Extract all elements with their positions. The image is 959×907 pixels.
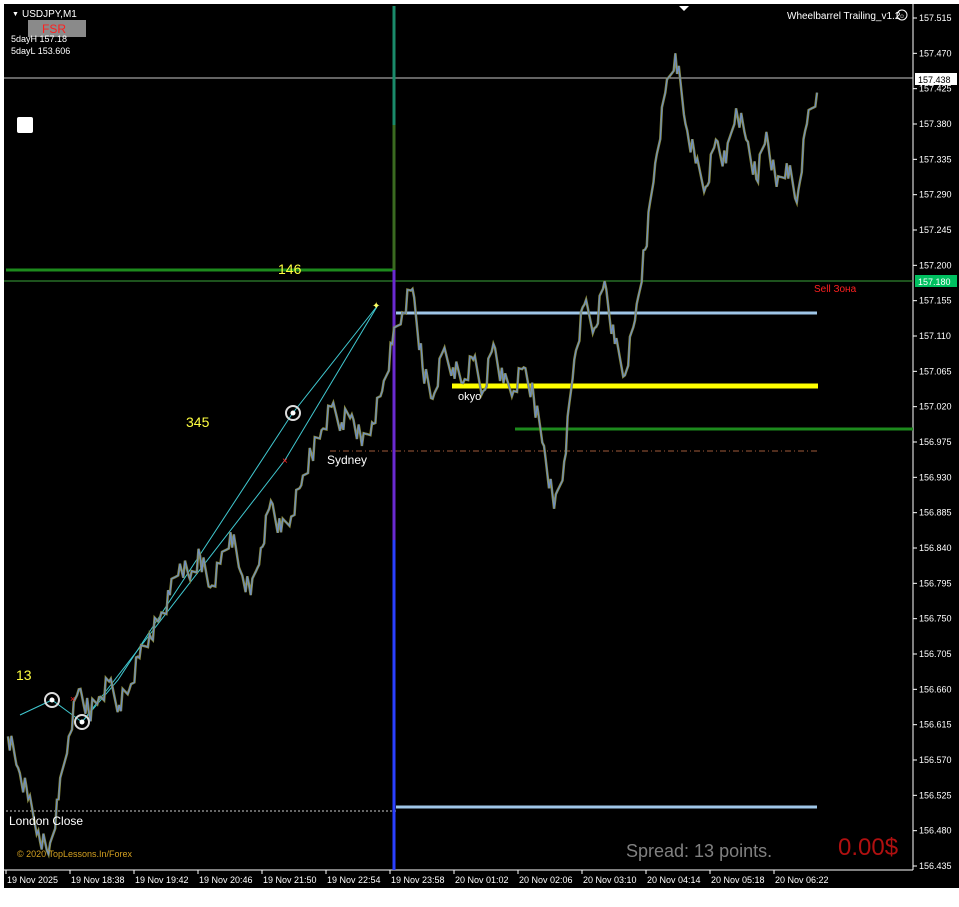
cross-marker: ×: [282, 456, 288, 467]
y-tick-label: 156.480: [919, 826, 952, 836]
x-tick-label: 20 Nov 06:22: [775, 875, 829, 885]
y-tick-label: 156.705: [919, 649, 952, 659]
x-tick-label: 19 Nov 2025: [7, 875, 58, 885]
x-tick-label: 20 Nov 05:18: [711, 875, 765, 885]
sydney-label: Sydney: [327, 453, 367, 467]
y-tick-label: 156.435: [919, 861, 952, 871]
spread-label: Spread: 13 points.: [626, 841, 772, 861]
bid-badge-text: 157.438: [918, 75, 951, 85]
x-tick-label: 19 Nov 20:46: [199, 875, 253, 885]
x-tick-label: 19 Nov 21:50: [263, 875, 317, 885]
y-tick-label: 157.290: [919, 190, 952, 200]
x-tick-label: 20 Nov 02:06: [519, 875, 573, 885]
count-146: 146: [278, 261, 302, 277]
x-tick-label: 19 Nov 23:58: [391, 875, 445, 885]
swing-marker-3-dot: [290, 410, 296, 416]
y-tick-label: 156.525: [919, 790, 952, 800]
y-tick-label: 156.660: [919, 684, 952, 694]
chart: × × ✦ ▼ USDJPY,M1 FSR 5dayH 157.18 5dayL…: [0, 0, 959, 902]
y-tick-label: 157.110: [919, 331, 951, 341]
y-tick-label: 157.020: [919, 402, 952, 412]
x-tick-label: 19 Nov 18:38: [71, 875, 125, 885]
y-tick-label: 156.615: [919, 720, 952, 730]
count-13: 13: [16, 667, 32, 683]
indicator-name: Wheelbarrel Trailing_v1.2: [787, 11, 901, 22]
count-345: 345: [186, 414, 210, 430]
y-tick-label: 157.335: [919, 154, 952, 164]
y-tick-label: 157.200: [919, 260, 952, 270]
y-tick-label: 156.975: [919, 437, 952, 447]
y-tick-label: 156.795: [919, 578, 952, 588]
y-tick-label: 157.515: [919, 13, 952, 23]
collapse-icon: ▼: [12, 11, 19, 18]
y-tick-label: 157.425: [919, 84, 952, 94]
star-marker: ✦: [372, 301, 380, 312]
y-tick-label: 156.750: [919, 614, 952, 624]
x-tick-label: 20 Nov 04:14: [647, 875, 701, 885]
y-tick-label: 156.885: [919, 508, 952, 518]
tokyo-label: okyo: [458, 391, 481, 403]
london-close-label: London Close: [9, 814, 83, 828]
smiley-icon-face: ☺: [899, 14, 905, 20]
y-tick-label: 157.155: [919, 296, 952, 306]
x-tick-label: 19 Nov 19:42: [135, 875, 189, 885]
swing-marker-2-dot: [79, 719, 85, 725]
y-tick-label: 156.840: [919, 543, 952, 553]
y-tick-label: 157.470: [919, 48, 952, 58]
checkbox-button[interactable]: [17, 117, 33, 133]
plot-area: [4, 4, 913, 870]
chart-svg: × × ✦ ▼ USDJPY,M1 FSR 5dayH 157.18 5dayL…: [0, 0, 959, 902]
five-day-low-text: 5dayL 153.606: [11, 46, 70, 56]
symbol-label: USDJPY,M1: [22, 9, 77, 20]
x-tick-label: 20 Nov 03:10: [583, 875, 637, 885]
sell-zone-label: Sell Зона: [814, 284, 857, 295]
copyright-label: © 2020 TopLessons.In/Forex: [17, 849, 133, 859]
y-tick-label: 157.065: [919, 366, 952, 376]
y-tick-label: 156.570: [919, 755, 952, 765]
ask-badge-text: 157.180: [918, 277, 951, 287]
x-tick-label: 20 Nov 01:02: [455, 875, 509, 885]
x-tick-label: 19 Nov 22:54: [327, 875, 381, 885]
y-tick-label: 157.380: [919, 119, 952, 129]
profit-label: 0.00$: [838, 834, 898, 861]
cross-marker-2: ×: [70, 694, 75, 704]
swing-marker-1-dot: [49, 697, 55, 703]
y-tick-label: 157.245: [919, 225, 952, 235]
five-day-high-text: 5dayH 157.18: [11, 34, 67, 44]
y-tick-label: 156.930: [919, 472, 952, 482]
